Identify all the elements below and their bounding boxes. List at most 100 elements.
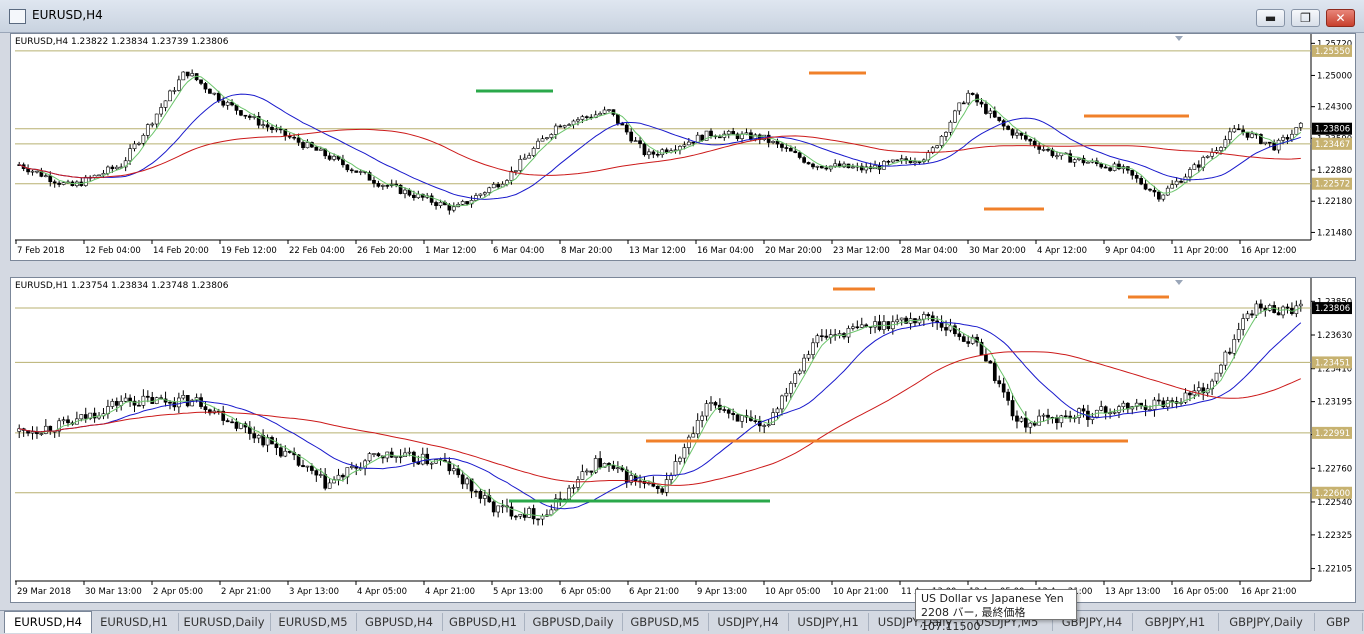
candle-body	[190, 73, 195, 77]
candle-body	[1281, 306, 1285, 316]
time-tick-label: 14 Feb 20:00	[153, 246, 209, 256]
chart-tab[interactable]: EURUSD,H4	[4, 611, 92, 633]
candle-body	[660, 488, 665, 493]
time-tick-label: 16 Apr 21:00	[1241, 587, 1296, 597]
candle-body	[890, 159, 895, 163]
price-tick-label: 1.22880	[1317, 166, 1352, 176]
h4-chart-pane[interactable]: 1.257201.250001.243001.235901.228801.221…	[10, 33, 1356, 261]
h4-chart-canvas[interactable]: 1.257201.250001.243001.235901.228801.221…	[11, 34, 1355, 260]
candle-body	[434, 202, 438, 206]
candle-body	[367, 453, 372, 462]
chart-tab[interactable]: USDJPY,H4	[708, 613, 789, 631]
chart-tab[interactable]: GBPJPY,H1	[1132, 613, 1219, 631]
chart-tab[interactable]: GBPUSD,M5	[622, 613, 709, 631]
chart-tab-bar[interactable]: EURUSD,H4 EURUSD,H1 EURUSD,Daily EURUSD,M5 G…	[0, 610, 1364, 633]
candle-body	[979, 101, 984, 105]
candle-body	[39, 433, 44, 435]
candle-body	[1267, 305, 1272, 311]
candle-body	[243, 114, 248, 117]
restore-button[interactable]: ❐	[1291, 9, 1320, 27]
time-tick-label: 4 Apr 21:00	[425, 587, 475, 597]
candle-body	[576, 479, 580, 488]
candle-body	[1001, 383, 1006, 393]
candle-body	[775, 408, 780, 413]
candle-body	[797, 152, 802, 158]
candle-body	[895, 319, 900, 323]
candle-body	[1015, 415, 1019, 422]
candle-body	[917, 161, 922, 163]
candle-body	[793, 373, 798, 384]
candle-body	[1152, 399, 1157, 410]
close-button[interactable]: ✕	[1326, 9, 1355, 27]
candle-body	[961, 102, 966, 105]
candle-body	[567, 124, 571, 126]
candle-body	[252, 116, 257, 118]
candle-body	[726, 409, 731, 414]
candle-body	[997, 380, 1002, 385]
candle-body	[616, 467, 620, 470]
candle-body	[239, 110, 243, 116]
candle-body	[917, 318, 922, 324]
candle-body	[846, 328, 851, 338]
candle-body	[57, 182, 61, 185]
candle-body	[740, 415, 744, 422]
candle-body	[580, 471, 585, 480]
candle-body	[83, 414, 88, 419]
time-tick-label: 9 Apr 04:00	[1105, 246, 1155, 256]
candle-body	[216, 92, 221, 102]
candle-body	[780, 143, 784, 148]
candle-body	[287, 450, 292, 453]
candle-body	[1077, 157, 1081, 160]
time-tick-label: 23 Mar 12:00	[833, 246, 890, 256]
candle-body	[154, 113, 159, 125]
candle-body	[301, 465, 305, 468]
candle-body	[1294, 127, 1299, 135]
candle-body	[549, 509, 554, 516]
price-level-label: 1.25550	[1315, 47, 1350, 57]
price-level-label: 1.22600	[1315, 489, 1350, 499]
candle-body	[177, 79, 181, 91]
chart-tab[interactable]: GBPUSD,Daily	[524, 613, 623, 631]
candle-body	[1161, 400, 1166, 408]
h1-chart-pane[interactable]: 1.238501.236301.234101.231951.229801.227…	[10, 277, 1356, 603]
chart-tab[interactable]: GBPUSD,H4	[356, 613, 443, 631]
ma-mid-line	[19, 322, 1302, 510]
candle-body	[1250, 313, 1254, 316]
candle-body	[704, 403, 709, 417]
candle-body	[114, 166, 119, 170]
candle-body	[913, 161, 917, 164]
candle-body	[984, 354, 988, 362]
window-titlebar[interactable]: EURUSD,H4 ▬ ❐ ✕	[0, 0, 1364, 33]
candle-body	[731, 131, 736, 135]
candle-body	[589, 470, 594, 473]
candle-body	[185, 395, 190, 407]
candle-body	[482, 495, 487, 499]
candle-body	[394, 456, 399, 458]
candle-body	[128, 148, 132, 162]
candle-body	[1254, 303, 1259, 316]
candle-body	[52, 181, 57, 184]
chart-tab[interactable]: EURUSD,M5	[270, 613, 357, 631]
chart-tab[interactable]: GBPJPY,Daily	[1218, 613, 1315, 631]
candle-body	[775, 141, 780, 145]
candle-body	[1099, 163, 1104, 168]
chart-tab[interactable]: USDJPY,H1	[788, 613, 869, 631]
candle-body	[1117, 406, 1121, 413]
candle-body	[602, 109, 607, 114]
candle-body	[429, 462, 434, 465]
candle-body	[1006, 391, 1010, 401]
candle-body	[908, 160, 913, 164]
chart-tab[interactable]: EURUSD,H1	[90, 613, 179, 631]
minimize-button[interactable]: ▬	[1256, 9, 1285, 27]
candle-body	[376, 183, 381, 187]
h1-chart-canvas[interactable]: 1.238501.236301.234101.231951.229801.227…	[11, 278, 1355, 602]
candle-body	[380, 185, 385, 187]
chart-tab[interactable]: GBPUSD,H1	[442, 613, 525, 631]
candle-body	[1196, 164, 1201, 168]
candle-body	[1298, 303, 1303, 307]
chart-tab[interactable]: EURUSD,Daily	[178, 613, 271, 631]
candle-body	[1157, 191, 1161, 200]
chart-tab[interactable]: GBP	[1314, 613, 1363, 631]
candle-body	[61, 182, 66, 185]
candle-body	[491, 184, 496, 189]
